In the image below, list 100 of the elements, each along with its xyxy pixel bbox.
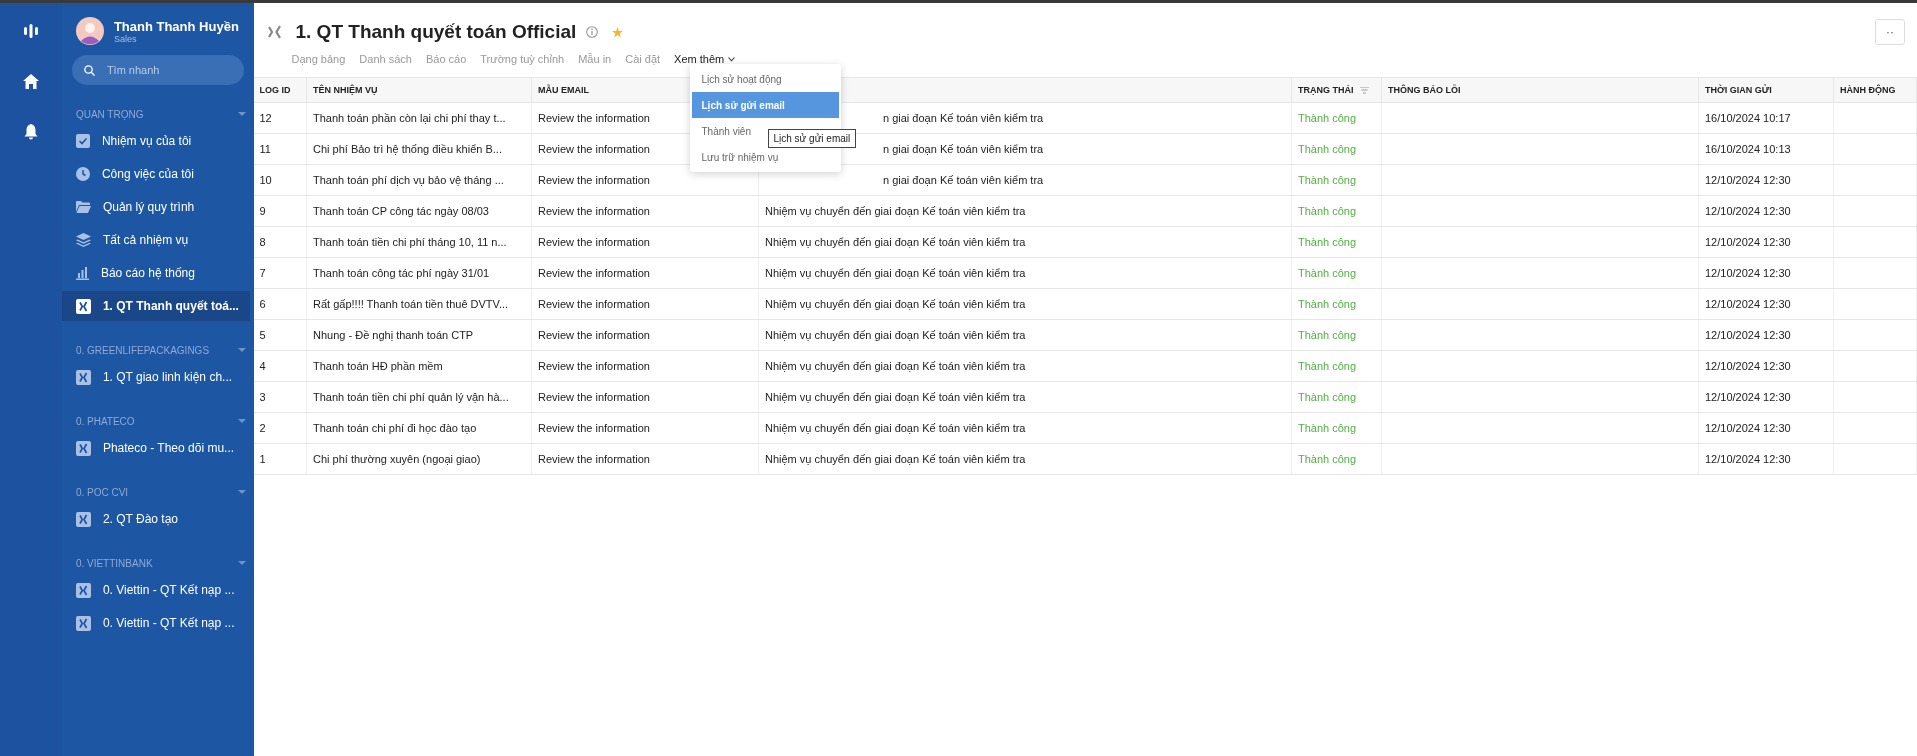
bars-logo-icon[interactable] xyxy=(22,23,39,39)
table-cell: 12/10/2024 12:30 xyxy=(1698,412,1834,444)
table-cell: 12/10/2024 12:30 xyxy=(1698,288,1834,320)
table-cell: 12/10/2024 12:30 xyxy=(1698,257,1834,289)
user-name: Thanh Thanh Huyền xyxy=(113,18,239,34)
search-field[interactable]: Tìm nhanh xyxy=(71,55,244,85)
table-cell: Review the information xyxy=(531,381,759,413)
status-text: Thành công xyxy=(1291,412,1382,444)
caret-icon[interactable] xyxy=(237,490,246,494)
table-cell: 11 xyxy=(253,133,307,165)
table-cell: 8 xyxy=(253,226,307,258)
checkbox-icon xyxy=(75,134,90,148)
table-cell: Review the information xyxy=(531,226,759,258)
column-header: MẪU EMAIL xyxy=(538,85,589,95)
sidebar-item[interactable]: 2. QT Đào tạo xyxy=(61,504,250,534)
caret-icon[interactable] xyxy=(237,112,246,116)
sidebar-item[interactable]: Phateco - Theo dõi mu... xyxy=(61,433,250,463)
sidebar-item[interactable]: Tất cả nhiệm vụ xyxy=(61,225,250,255)
table-cell: Nhiệm vụ chuyển đến giai đoạn Kế toán viên kiểm tra xyxy=(758,443,1292,475)
table-cell: Thanh toán phí dịch vụ bảo vệ tháng ... xyxy=(306,164,532,196)
menu-item[interactable]: Lịch sử hoạt động xyxy=(689,66,841,92)
section-title: QUAN TRỌNG xyxy=(75,108,144,120)
sidebar-item[interactable]: Công việc của tôi xyxy=(61,159,250,189)
menu-item[interactable]: Lưu trữ nhiệm vụ xyxy=(689,144,841,170)
folder-icon xyxy=(75,201,91,213)
table-cell: Thanh toán công tác phí ngày 31/01 xyxy=(306,257,532,289)
table-cell: 12/10/2024 12:30 xyxy=(1698,195,1834,227)
status-text: Thành công xyxy=(1291,164,1382,196)
column-header: HÀNH ĐỘNG xyxy=(1840,85,1896,95)
app-logo-icon xyxy=(267,25,282,39)
status-text: Thành công xyxy=(1291,443,1382,475)
table-cell: 16/10/2024 10:13 xyxy=(1698,133,1834,165)
column-header: LOG ID xyxy=(259,85,291,95)
app-icon xyxy=(75,582,91,598)
app-icon xyxy=(75,440,91,456)
sidebar-item[interactable]: Nhiệm vụ của tôi xyxy=(61,126,250,156)
filter-icon[interactable] xyxy=(1359,86,1369,94)
sidebar-item[interactable]: 1. QT Thanh quyết toá... xyxy=(61,291,250,321)
table-cell: 2 xyxy=(253,412,307,444)
status-text: Thành công xyxy=(1291,102,1382,134)
section-title: 0. GREENLIFEPACKAGINGS xyxy=(75,344,210,356)
table-cell: 12/10/2024 12:30 xyxy=(1698,164,1834,196)
table-cell: 6 xyxy=(253,288,307,320)
column-header: THÔNG BÁO LỖI xyxy=(1388,85,1461,95)
table-cell: Chi phí Bảo trì hệ thống điều khiển B... xyxy=(306,133,532,165)
section-title: 0. PHATECO xyxy=(75,415,135,427)
tooltip: Lịch sử gửi email xyxy=(767,129,857,148)
table-cell: Review the information xyxy=(531,257,759,289)
table-cell: Chi phí thường xuyên (ngoại giao) xyxy=(306,443,532,475)
home-icon[interactable] xyxy=(22,74,39,89)
column-header: TÊN NHIỆM VỤ xyxy=(313,85,378,95)
info-icon[interactable] xyxy=(586,26,599,38)
table-cell: Thanh toán tiền chi phí quản lý vận hà... xyxy=(306,381,532,413)
table-cell: 12 xyxy=(253,102,307,134)
sidebar-item[interactable]: Quản lý quy trình xyxy=(61,192,250,222)
clock-icon xyxy=(75,167,90,181)
table-cell: Thanh toán chi phí đi học đào tạo xyxy=(306,412,532,444)
table-cell: Rất gấp!!!! Thanh toán tiền thuê DVTV... xyxy=(306,288,532,320)
table-cell: 4 xyxy=(253,350,307,382)
caret-icon[interactable] xyxy=(237,348,246,352)
caret-icon[interactable] xyxy=(237,419,246,423)
app-icon xyxy=(75,615,91,631)
status-text: Thành công xyxy=(1291,257,1382,289)
table-cell: Review the information xyxy=(531,350,759,382)
table-cell: Nhiệm vụ chuyển đến giai đoạn Kế toán viên kiểm tra xyxy=(758,288,1292,320)
sidebar-item[interactable]: 0. Viettin - QT Kết nạp ... xyxy=(61,608,250,638)
star-icon[interactable] xyxy=(612,26,624,38)
table-cell: Thanh toán CP công tác ngày 08/03 xyxy=(306,195,532,227)
column-header: TRẠNG THÁI xyxy=(1298,85,1354,95)
sidebar-item[interactable]: 0. Viettin - QT Kết nạp ... xyxy=(61,575,250,605)
table-cell: Review the information xyxy=(531,443,759,475)
table-cell: Review the information xyxy=(531,288,759,320)
more-button[interactable]: ·· xyxy=(1875,19,1905,45)
section-title: 0. VIETTINBANK xyxy=(75,557,153,569)
table-cell: 12/10/2024 12:30 xyxy=(1698,319,1834,351)
sidebar-item[interactable]: 1. QT giao linh kiện ch... xyxy=(61,362,250,392)
table-cell: Review the information xyxy=(531,195,759,227)
table-cell: Nhiệm vụ chuyển đến giai đoạn Kế toán viên kiểm tra xyxy=(758,412,1292,444)
table-cell: Nhiệm vụ chuyển đến giai đoạn Kế toán viên kiểm tra xyxy=(758,381,1292,413)
table-cell: Thanh toán HĐ phần mềm xyxy=(306,350,532,382)
layers-icon xyxy=(75,233,91,247)
app-icon xyxy=(75,511,91,527)
table-cell: 12/10/2024 12:30 xyxy=(1698,381,1834,413)
sidebar-item[interactable]: Báo cáo hệ thống xyxy=(61,258,250,288)
table-cell: 7 xyxy=(253,257,307,289)
status-text: Thành công xyxy=(1291,288,1382,320)
status-text: Thành công xyxy=(1291,350,1382,382)
avatar[interactable] xyxy=(75,17,104,45)
table-cell: 12/10/2024 12:30 xyxy=(1698,226,1834,258)
caret-icon[interactable] xyxy=(237,561,246,565)
table-cell: 5 xyxy=(253,319,307,351)
status-text: Thành công xyxy=(1291,195,1382,227)
table-cell: 12/10/2024 12:30 xyxy=(1698,350,1834,382)
table-cell: 1 xyxy=(253,443,307,475)
table-cell: 3 xyxy=(253,381,307,413)
table-cell: 9 xyxy=(253,195,307,227)
bell-icon[interactable] xyxy=(23,124,38,140)
view-tab[interactable]: Xem thêm xyxy=(674,53,736,65)
table-cell: Nhiệm vụ chuyển đến giai đoạn Kế toán viên kiểm tra xyxy=(758,226,1292,258)
table-cell: 12/10/2024 12:30 xyxy=(1698,443,1834,475)
